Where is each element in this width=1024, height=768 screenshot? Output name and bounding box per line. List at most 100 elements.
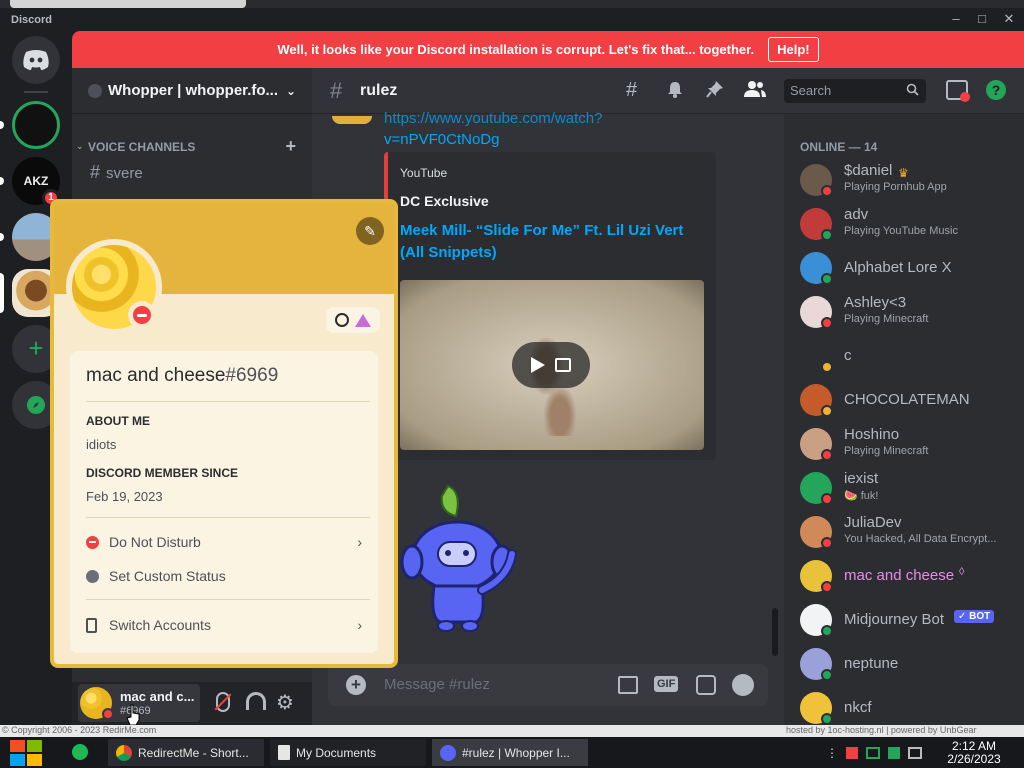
- member-status-dot: [821, 273, 833, 285]
- tray-pc-icon[interactable]: [908, 747, 922, 759]
- taskbar-item-discord[interactable]: #rulez | Whopper I...: [432, 739, 588, 766]
- play-overlay[interactable]: [512, 342, 590, 388]
- profile-badges: [326, 307, 380, 333]
- member-status-dot: [821, 537, 833, 549]
- member-item[interactable]: neptune: [800, 642, 1016, 686]
- member-name: adv: [844, 206, 869, 223]
- tray-network-icon[interactable]: [866, 747, 880, 759]
- maximize-icon[interactable]: □: [971, 8, 993, 30]
- tray-clock[interactable]: 2:12 AM 2/26/2023: [934, 740, 1014, 766]
- member-status-dot: [821, 625, 833, 637]
- pin-icon[interactable]: [706, 80, 724, 98]
- member-name: Alphabet Lore X: [844, 259, 952, 276]
- play-icon[interactable]: [531, 357, 545, 373]
- message-composer[interactable]: + Message #rulez GIF: [328, 664, 768, 706]
- youtube-embed: YouTube DC Exclusive Meek Mill- “Slide F…: [384, 152, 716, 460]
- server-header[interactable]: Whopper | whopper.fo... ⌄: [72, 68, 312, 114]
- discord-home-icon[interactable]: [12, 36, 60, 84]
- member-name: $daniel: [844, 162, 893, 179]
- member-item[interactable]: Alphabet Lore X: [800, 246, 1016, 290]
- member-list-icon[interactable]: [744, 80, 766, 98]
- member-status-dot: [821, 493, 833, 505]
- search-input[interactable]: Search: [784, 79, 926, 103]
- hypesquad-icon[interactable]: [335, 313, 349, 327]
- message-avatar: [332, 116, 372, 124]
- profile-username[interactable]: mac and cheese#6969: [86, 365, 278, 387]
- spotify-icon[interactable]: [72, 744, 88, 760]
- add-channel-icon[interactable]: +: [285, 136, 296, 157]
- message-input[interactable]: Message #rulez: [384, 676, 490, 693]
- server-icon-trollface[interactable]: [12, 101, 60, 149]
- member-status-dot: [821, 449, 833, 461]
- member-name: iexist: [844, 470, 879, 487]
- tray-menu-icon[interactable]: ⋮: [826, 746, 838, 760]
- member-activity: You Hacked, All Data Encrypt...: [844, 533, 997, 545]
- switch-accounts-item[interactable]: Switch Accounts ›: [86, 614, 362, 636]
- server-selected-pill: [0, 273, 4, 313]
- taskbar-item-chrome[interactable]: RedirectMe - Short...: [108, 739, 264, 766]
- profile-name: mac and cheese: [86, 365, 226, 386]
- member-item[interactable]: c: [800, 334, 1016, 378]
- member-name: nkcf: [844, 699, 872, 716]
- message-link[interactable]: https://www.youtube.com/watch? v=nPVF0Ct…: [384, 108, 602, 150]
- embed-title[interactable]: Meek Mill- “Slide For Me” Ft. Lil Uzi Ve…: [400, 220, 700, 264]
- inbox-alert-dot: [960, 92, 970, 102]
- member-item[interactable]: mac and cheese: [800, 554, 1016, 598]
- member-activity: Playing Minecraft: [844, 445, 929, 457]
- headphones-icon[interactable]: [246, 692, 266, 710]
- start-button[interactable]: [10, 740, 42, 766]
- chevron-down-icon: ⌄: [285, 83, 296, 98]
- member-status-dot: [821, 229, 833, 241]
- nitro-badge-icon[interactable]: [355, 313, 371, 327]
- gif-button[interactable]: GIF: [654, 676, 679, 692]
- switch-accounts-icon: [86, 617, 97, 633]
- switch-accounts-label: Switch Accounts: [109, 617, 211, 633]
- channel-item-svere[interactable]: # svere: [90, 162, 143, 183]
- voice-category[interactable]: ⌄ VOICE CHANNELS +: [76, 136, 296, 157]
- watermark-strip: © Copyright 2006 - 2023 RedirMe.com host…: [0, 725, 1024, 737]
- video-thumbnail[interactable]: [400, 280, 704, 450]
- threads-icon[interactable]: #: [626, 79, 637, 102]
- chevron-down-icon: ⌄: [76, 141, 84, 151]
- tray-volume-icon[interactable]: [888, 747, 900, 759]
- settings-gear-icon[interactable]: ⚙: [276, 690, 294, 715]
- nitro-icon: ◊: [959, 566, 965, 578]
- rail-divider: [24, 91, 48, 93]
- hosting-text: hosted by 1oc-hosting.nl | powered by Un…: [786, 725, 977, 735]
- discord-icon: [440, 744, 456, 761]
- sticker-icon[interactable]: [696, 675, 716, 695]
- gift-icon[interactable]: [618, 676, 638, 694]
- hash-icon: #: [330, 78, 343, 103]
- help-button[interactable]: Help!: [768, 37, 819, 62]
- edit-profile-icon[interactable]: ✎: [356, 217, 384, 245]
- upload-button-icon[interactable]: +: [346, 675, 366, 695]
- help-icon[interactable]: ?: [986, 80, 1006, 100]
- emoji-icon[interactable]: [732, 674, 754, 696]
- member-since-header: DISCORD MEMBER SINCE: [86, 466, 239, 480]
- custom-status-item[interactable]: Set Custom Status: [86, 565, 362, 587]
- embed-author[interactable]: DC Exclusive: [400, 193, 489, 209]
- member-item[interactable]: iexist 🍉 fuk!: [800, 466, 1016, 510]
- chat-scrollbar[interactable]: [772, 608, 778, 656]
- taskbar-item-documents[interactable]: My Documents: [270, 739, 426, 766]
- bell-icon[interactable]: [666, 80, 684, 98]
- profile-popout: ✎ mac and cheese#6969 ABOUT ME idiots DI…: [50, 199, 398, 668]
- member-item[interactable]: Ashley<3 Playing Minecraft: [800, 290, 1016, 334]
- crown-icon: ♛: [898, 166, 909, 180]
- tray-icons: ⋮: [826, 745, 926, 761]
- bot-badge: ✓ BOT: [954, 610, 995, 623]
- close-icon[interactable]: ✕: [998, 8, 1020, 30]
- member-item[interactable]: adv Playing YouTube Music: [800, 202, 1016, 246]
- popout-icon[interactable]: [555, 358, 571, 372]
- minimize-icon[interactable]: –: [945, 8, 967, 30]
- member-item[interactable]: JuliaDev You Hacked, All Data Encrypt...: [800, 510, 1016, 554]
- member-item[interactable]: $daniel Playing Pornhub App: [800, 158, 1016, 202]
- member-status-dot: [821, 669, 833, 681]
- member-item[interactable]: nkcf: [800, 686, 1016, 730]
- server-unread-pill-2: [0, 177, 4, 185]
- tray-flag-icon[interactable]: [846, 747, 858, 759]
- status-menu-item[interactable]: Do Not Disturb ›: [86, 531, 362, 553]
- member-item[interactable]: Hoshino Playing Minecraft: [800, 422, 1016, 466]
- member-item[interactable]: CHOCOLATEMAN: [800, 378, 1016, 422]
- chevron-right-icon: ›: [357, 617, 362, 633]
